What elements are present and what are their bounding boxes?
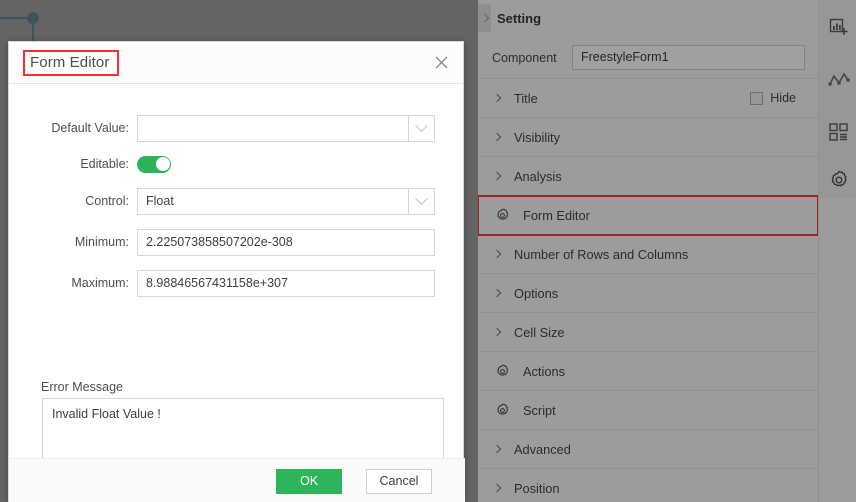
dialog-title: Form Editor xyxy=(30,54,110,71)
field-row-control: Control: Float xyxy=(9,187,465,215)
default-value-combo[interactable] xyxy=(137,114,435,142)
dialog-header: Form Editor xyxy=(9,42,463,84)
cancel-button[interactable]: Cancel xyxy=(366,469,432,494)
editable-toggle[interactable] xyxy=(137,155,171,173)
toggle-knob xyxy=(155,157,170,171)
maximum-input[interactable]: 8.98846567431158e+307 xyxy=(137,269,435,297)
application-window: Setting Component FreestyleForm1 Title Hi… xyxy=(0,0,856,502)
dialog-title-highlight: Form Editor xyxy=(23,50,120,76)
control-label: Control: xyxy=(85,194,129,208)
dialog-body: Default Value: Editable: Control: Float … xyxy=(9,84,465,502)
default-value-dropdown-button[interactable] xyxy=(408,114,435,142)
chevron-down-icon xyxy=(415,191,428,205)
maximum-label: Maximum: xyxy=(71,276,129,290)
field-row-minimum: Minimum: 2.225073858507202e-308 xyxy=(9,228,465,256)
close-icon xyxy=(435,56,447,68)
default-value-label: Default Value: xyxy=(51,121,129,135)
close-button[interactable] xyxy=(429,50,453,74)
form-editor-dialog: Form Editor Default Value: Editable: Con… xyxy=(8,41,465,502)
editable-label: Editable: xyxy=(80,157,129,171)
error-message-label: Error Message xyxy=(41,380,123,394)
control-select-value[interactable]: Float xyxy=(137,187,408,215)
field-row-editable: Editable: xyxy=(9,150,465,178)
minimum-input[interactable]: 2.225073858507202e-308 xyxy=(137,228,435,256)
modal-layer: Form Editor Default Value: Editable: Con… xyxy=(0,0,856,502)
default-value-input[interactable] xyxy=(137,114,408,142)
dialog-footer: OK Cancel xyxy=(9,458,465,502)
chevron-down-icon xyxy=(415,118,428,132)
field-row-maximum: Maximum: 8.98846567431158e+307 xyxy=(9,269,465,297)
control-combo[interactable]: Float xyxy=(137,187,435,215)
minimum-label: Minimum: xyxy=(74,235,129,249)
field-row-default-value: Default Value: xyxy=(9,114,465,142)
ok-button[interactable]: OK xyxy=(276,469,342,494)
control-dropdown-button[interactable] xyxy=(408,187,435,215)
